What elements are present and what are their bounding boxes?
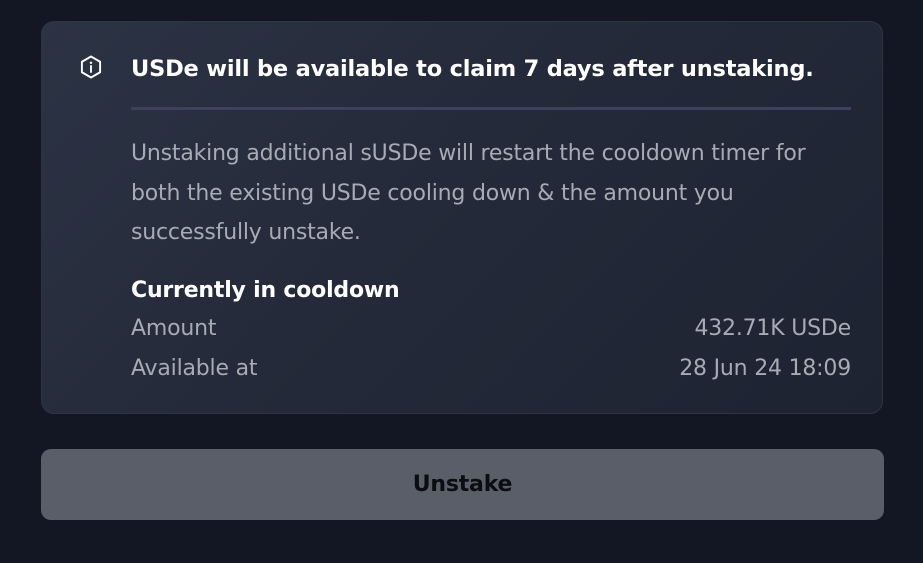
notice-description: Unstaking additional sUSDe will restart …	[131, 141, 806, 245]
info-icon	[78, 54, 104, 80]
notice-headline: USDe will be available to claim 7 days a…	[131, 56, 814, 82]
cooldown-info-card: USDe will be available to claim 7 days a…	[41, 21, 883, 414]
cooldown-section-title: Currently in cooldown	[131, 278, 400, 303]
divider	[131, 107, 851, 110]
available-at-label: Available at	[131, 356, 258, 381]
cooldown-amount-row: Amount 432.71K USDe	[131, 316, 851, 346]
amount-label: Amount	[131, 316, 217, 341]
cooldown-available-row: Available at 28 Jun 24 18:09	[131, 356, 851, 386]
amount-value: 432.71K USDe	[694, 316, 851, 341]
available-at-value: 28 Jun 24 18:09	[679, 356, 851, 381]
unstake-button[interactable]: Unstake	[41, 449, 884, 520]
